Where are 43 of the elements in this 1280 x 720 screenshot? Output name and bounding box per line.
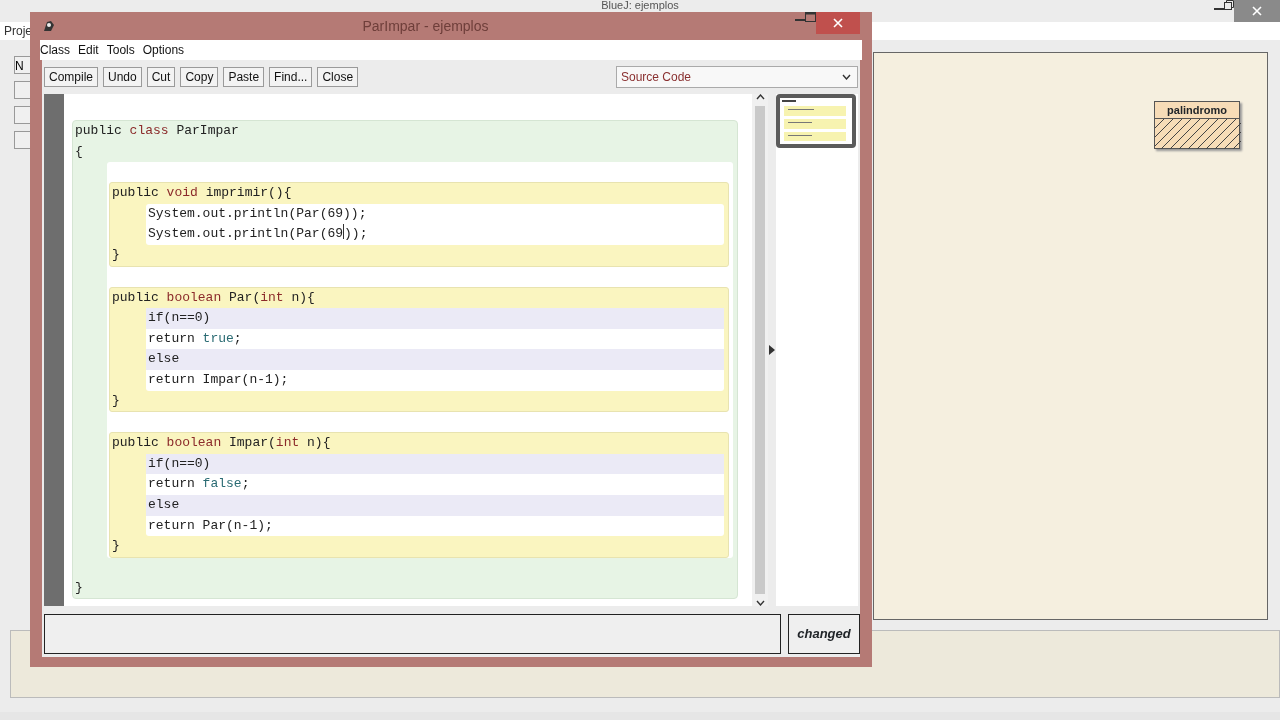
code-line: public boolean Par(int n){ <box>111 288 316 307</box>
close-icon[interactable] <box>833 18 843 28</box>
chevron-down-icon <box>842 74 851 80</box>
code-line: public class ParImpar <box>74 122 240 140</box>
code-line: return true; <box>147 329 243 348</box>
code-line: { <box>74 142 84 161</box>
menu-item[interactable]: Class <box>40 40 70 60</box>
code-line: } <box>111 537 121 556</box>
code-line: System.out.println(Par(69)); <box>147 224 369 244</box>
message-field[interactable] <box>44 614 781 654</box>
code-line: return false; <box>147 475 251 494</box>
scroll-up-icon[interactable] <box>755 94 765 100</box>
status-label: changed <box>788 614 860 654</box>
toolbar-button[interactable]: Close <box>317 67 359 87</box>
menu-item[interactable]: Edit <box>78 40 99 60</box>
code-line: } <box>74 578 84 597</box>
close-icon[interactable] <box>1252 6 1262 16</box>
class-box[interactable]: palindromo <box>1154 101 1240 149</box>
code-line: } <box>111 391 121 410</box>
app-icon <box>42 19 56 33</box>
code-line: return Par(n-1); <box>147 516 274 535</box>
toolbar-button[interactable]: Compile <box>44 67 98 87</box>
toolbar-button[interactable]: Copy <box>180 67 219 87</box>
code-line: System.out.println(Par(69)); <box>147 204 368 223</box>
code-line: return Impar(n-1); <box>147 370 290 389</box>
scrollbar[interactable] <box>752 94 768 606</box>
menu-item[interactable]: Tools <box>106 40 135 60</box>
code-overview-drawing[interactable] <box>776 94 856 148</box>
toolbar-button[interactable]: Cut <box>146 67 176 87</box>
window-title: ParImpar - ejemplos <box>361 16 490 36</box>
maximize-icon[interactable] <box>805 12 816 22</box>
toolbar-button[interactable]: Undo <box>103 67 142 87</box>
restore-icon[interactable] <box>1224 0 1234 10</box>
menu-item[interactable]: Options <box>142 40 185 60</box>
scroll-down-icon[interactable] <box>755 600 765 606</box>
toolbar-button[interactable]: Paste <box>223 67 265 87</box>
view-select[interactable]: Source Code <box>616 66 858 88</box>
code-line: } <box>111 245 121 264</box>
toolbar-button[interactable]: Find... <box>269 67 313 87</box>
expand-arrow-icon[interactable] <box>769 345 775 355</box>
window-title: BlueJ: ejemplos <box>601 0 679 11</box>
code-line: public boolean Impar(int n){ <box>111 434 332 453</box>
code-line: public void imprimir(){ <box>111 184 293 203</box>
